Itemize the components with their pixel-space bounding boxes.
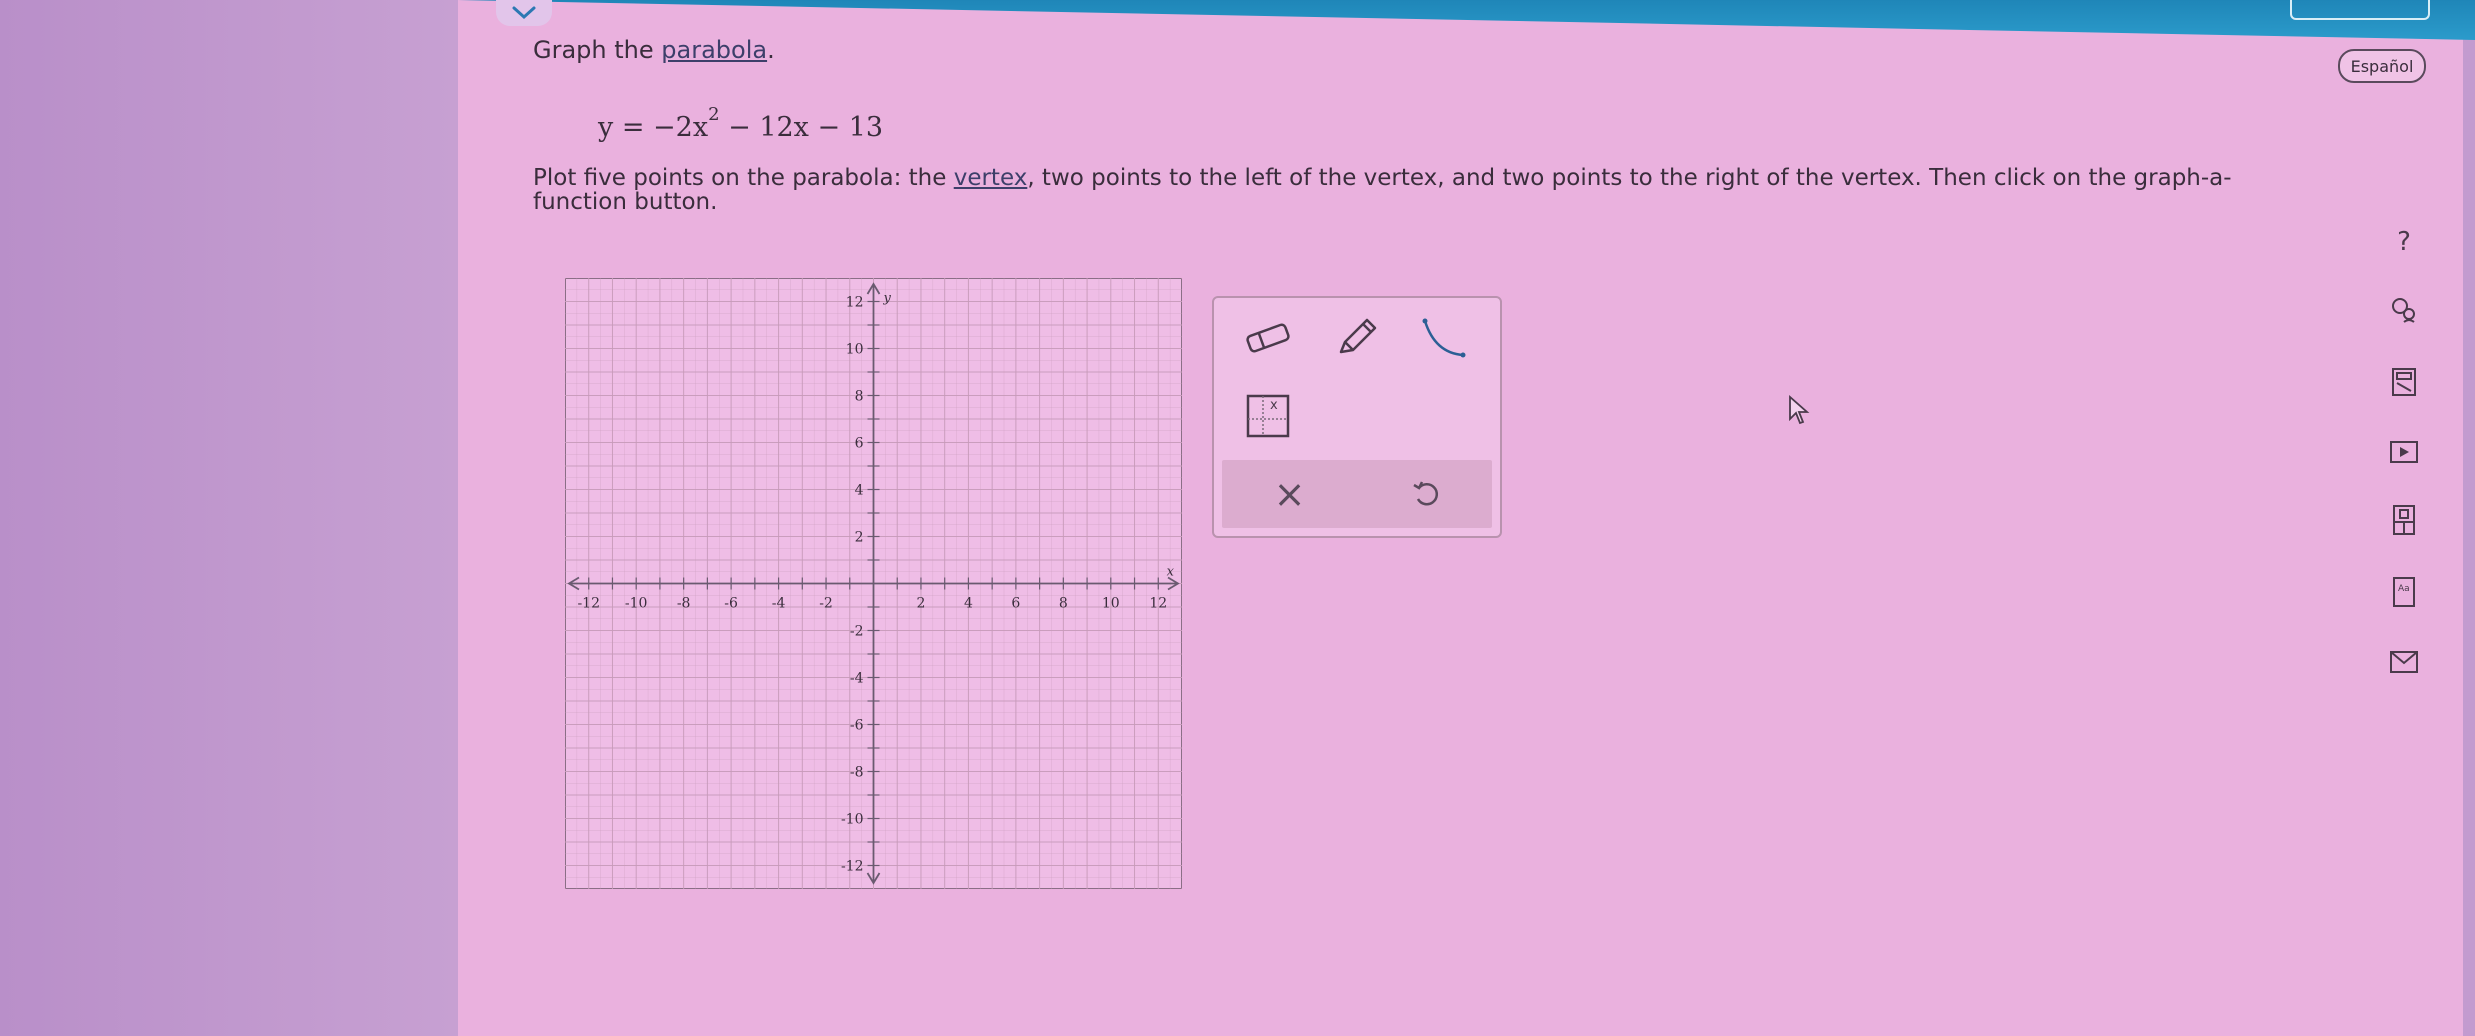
graphing-toolbox: x × bbox=[1212, 296, 1502, 538]
action-bar: × bbox=[1222, 460, 1492, 528]
instruction-prefix: Plot five points on the parabola: the bbox=[533, 165, 954, 191]
graph-area[interactable]: -12 -10 -8 -6 -4 -2 2 4 6 8 10 12 12 10 8 6 4 2 -2 -4 -6 -8 -1… bbox=[564, 277, 1183, 890]
help-button[interactable]: ? bbox=[2384, 222, 2424, 262]
svg-text:Aa: Aa bbox=[2398, 584, 2410, 594]
y-tick-label: -10 bbox=[841, 812, 864, 828]
mouse-cursor-icon bbox=[1789, 395, 1810, 425]
language-button[interactable]: Español bbox=[2338, 49, 2426, 83]
y-tick-label: 4 bbox=[855, 483, 864, 499]
x-tick-label: -8 bbox=[677, 596, 691, 612]
y-tick-label: -12 bbox=[841, 859, 864, 875]
ask-question-icon bbox=[2392, 298, 2415, 323]
x-tick-label: 10 bbox=[1102, 596, 1120, 612]
x-tick-label: 6 bbox=[1011, 596, 1020, 612]
prompt-suffix: . bbox=[767, 36, 775, 64]
vertex-link[interactable]: vertex bbox=[954, 165, 1028, 191]
parabola-tool[interactable] bbox=[1414, 312, 1474, 364]
video-button[interactable] bbox=[2384, 432, 2424, 472]
x-tick-label: 2 bbox=[917, 596, 926, 612]
glossary-button[interactable]: Aa bbox=[2384, 572, 2424, 612]
y-tick-label: 6 bbox=[855, 436, 864, 452]
equation: y = −2x2 − 12x − 13 bbox=[598, 104, 883, 143]
ask-question-button[interactable] bbox=[2384, 290, 2424, 330]
y-tick-label: -6 bbox=[850, 718, 864, 734]
clear-label: × bbox=[1273, 472, 1306, 516]
y-tick-label: 10 bbox=[846, 342, 864, 358]
eraser-icon bbox=[1246, 323, 1290, 353]
chevron-down-icon bbox=[512, 6, 536, 20]
parabola-link[interactable]: parabola bbox=[661, 36, 767, 64]
x-tick-label: 4 bbox=[964, 596, 973, 612]
eraser-tool[interactable] bbox=[1238, 312, 1298, 364]
y-tick-label: 8 bbox=[855, 389, 864, 405]
graph-a-function-icon: x bbox=[1246, 394, 1290, 438]
textbook-button[interactable] bbox=[2384, 500, 2424, 540]
x-axis-label: x bbox=[1167, 565, 1175, 580]
x-tick-label: 12 bbox=[1149, 596, 1167, 612]
equation-rhs: − 12x − 13 bbox=[719, 112, 884, 143]
x-tick-label: -2 bbox=[819, 596, 833, 612]
top-bar-button[interactable] bbox=[2290, 0, 2430, 20]
calculator-icon bbox=[2392, 368, 2416, 396]
page-background-left bbox=[0, 0, 458, 1036]
prompt-prefix: Graph the bbox=[533, 36, 662, 64]
equation-lhs: y = −2x bbox=[598, 112, 709, 143]
graph-a-function-button[interactable]: x bbox=[1238, 390, 1298, 442]
video-icon bbox=[2390, 441, 2418, 463]
x-tick-label: -10 bbox=[625, 596, 648, 612]
pencil-tool[interactable] bbox=[1326, 312, 1386, 364]
clear-button[interactable]: × bbox=[1222, 460, 1357, 528]
x-tick-label: -12 bbox=[577, 596, 600, 612]
instructions: Plot five points on the parabola: the ve… bbox=[533, 166, 2278, 214]
y-tick-label: -4 bbox=[850, 671, 864, 687]
message-button[interactable] bbox=[2384, 642, 2424, 682]
help-icon: ? bbox=[2397, 227, 2411, 257]
undo-icon bbox=[1412, 481, 1438, 506]
glossary-icon: Aa bbox=[2393, 577, 2415, 607]
y-tick-label: 2 bbox=[855, 530, 864, 546]
prompt-text: Graph the parabola. bbox=[533, 36, 775, 64]
equation-exponent: 2 bbox=[708, 104, 720, 125]
pencil-icon bbox=[1339, 318, 1377, 354]
x-tick-label: -6 bbox=[724, 596, 738, 612]
message-icon bbox=[2390, 651, 2418, 673]
parabola-curve-icon bbox=[1422, 318, 1466, 358]
svg-text:x: x bbox=[1270, 398, 1278, 413]
y-tick-label: -8 bbox=[850, 765, 864, 781]
undo-button[interactable] bbox=[1357, 460, 1492, 528]
y-axis-label: y bbox=[883, 291, 892, 306]
calculator-button[interactable] bbox=[2384, 362, 2424, 402]
textbook-icon bbox=[2393, 505, 2415, 535]
coordinate-grid[interactable]: -12 -10 -8 -6 -4 -2 2 4 6 8 10 12 12 10 8 6 4 2 -2 -4 -6 -8 -1… bbox=[564, 277, 1183, 890]
x-tick-label: -4 bbox=[772, 596, 786, 612]
x-tick-label: 8 bbox=[1059, 596, 1068, 612]
collapse-tab[interactable] bbox=[496, 0, 552, 26]
y-tick-label: -2 bbox=[850, 624, 864, 640]
y-tick-label: 12 bbox=[846, 295, 864, 311]
